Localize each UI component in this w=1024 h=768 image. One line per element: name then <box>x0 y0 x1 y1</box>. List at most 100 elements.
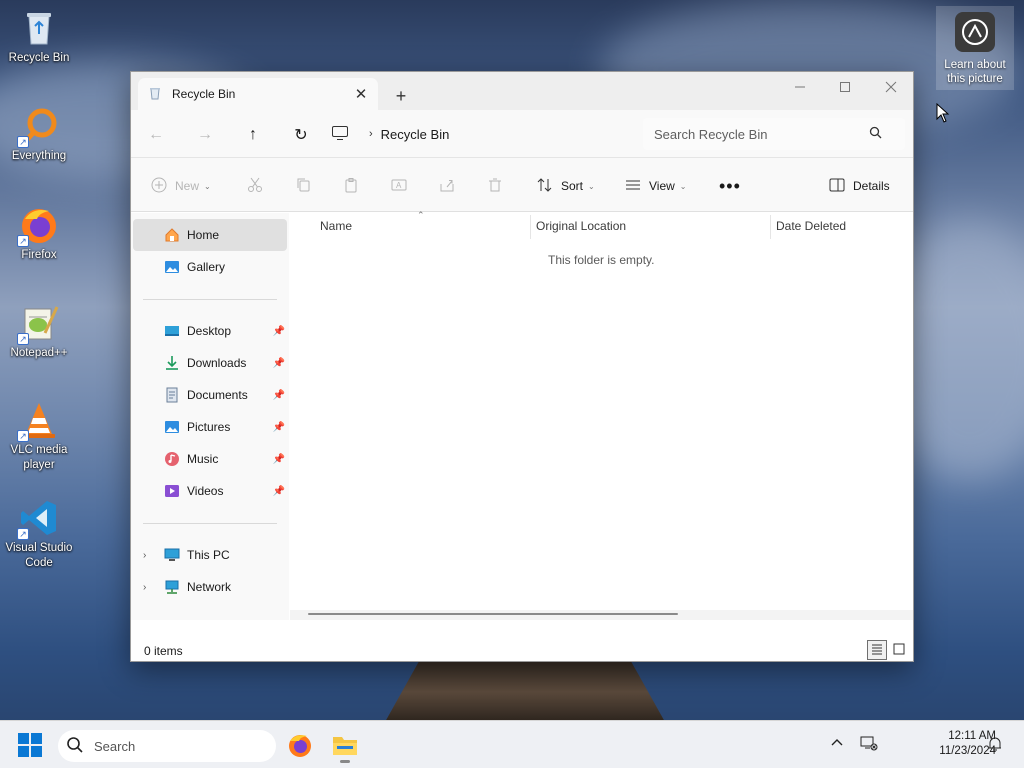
desktop-icon-vscode[interactable]: ↗ Visual Studio Code <box>0 498 78 571</box>
taskbar-search-box[interactable]: Search <box>58 730 276 762</box>
sidebar-item-home[interactable]: Home <box>133 219 287 251</box>
pin-icon[interactable]: 📌 <box>273 486 285 497</box>
network-status-button[interactable] <box>860 735 878 754</box>
this-pc-icon <box>163 546 181 564</box>
sidebar-item-label: Home <box>187 228 220 242</box>
view-button-label: View <box>649 179 675 193</box>
refresh-button[interactable]: ↻ <box>288 122 314 148</box>
chevron-right-icon[interactable]: › <box>143 550 146 561</box>
cut-button[interactable] <box>247 174 263 198</box>
learn-about-picture-widget[interactable]: Learn about this picture <box>936 6 1014 90</box>
sidebar-item-desktop[interactable]: Desktop 📌 <box>133 315 287 347</box>
pin-icon[interactable]: 📌 <box>273 454 285 465</box>
navigation-bar: ← → ↑ ↻ › Recycle Bin <box>131 110 913 158</box>
firefox-icon <box>287 732 313 761</box>
file-explorer-window: Recycle Bin ✕ + ← → ↑ ↻ › Recycle Bin Se… <box>130 71 914 662</box>
more-options-button[interactable]: ••• <box>719 174 741 198</box>
pin-icon[interactable]: 📌 <box>273 390 285 401</box>
scrollbar-thumb[interactable] <box>308 613 678 615</box>
downloads-icon <box>163 354 181 372</box>
desktop-icon-firefox[interactable]: ↗ Firefox <box>0 205 78 263</box>
music-icon <box>163 450 181 468</box>
desktop-icon-notepad-plus-plus[interactable]: ↗ Notepad++ <box>0 303 78 361</box>
column-header-date-deleted[interactable]: Date Deleted <box>776 219 846 233</box>
view-button[interactable]: View ⌄ <box>625 174 687 198</box>
sidebar-item-downloads[interactable]: Downloads 📌 <box>133 347 287 379</box>
sidebar-item-gallery[interactable]: Gallery <box>133 251 287 283</box>
address-location[interactable]: Recycle Bin <box>381 127 450 142</box>
column-header-original-location[interactable]: Original Location <box>536 219 626 233</box>
mouse-cursor-icon <box>936 102 950 126</box>
windows-logo-tile <box>18 746 29 757</box>
taskbar-file-explorer-button[interactable] <box>327 729 363 763</box>
search-input[interactable] <box>654 126 869 142</box>
sidebar-divider <box>143 523 277 524</box>
chevron-right-icon[interactable]: › <box>143 582 146 593</box>
pin-icon[interactable]: 📌 <box>273 358 285 369</box>
pin-icon[interactable]: 📌 <box>273 326 285 337</box>
sidebar-item-music[interactable]: Music 📌 <box>133 443 287 475</box>
back-button[interactable]: ← <box>143 122 169 148</box>
sidebar-item-network[interactable]: › Network <box>133 571 287 603</box>
copy-icon <box>295 177 311 196</box>
share-icon <box>439 177 455 196</box>
column-divider[interactable] <box>530 215 531 239</box>
desktop-icon-recycle-bin[interactable]: Recycle Bin <box>0 8 78 66</box>
learn-about-picture-label: Learn about this picture <box>944 59 1006 85</box>
taskbar-firefox-button[interactable] <box>282 729 318 763</box>
paste-button[interactable] <box>343 174 359 198</box>
start-button[interactable] <box>18 733 42 757</box>
desktop-icon-everything[interactable]: ↗ Everything <box>0 106 78 164</box>
close-tab-icon[interactable]: ✕ <box>350 83 372 105</box>
forward-button[interactable]: → <box>192 122 218 148</box>
pin-icon[interactable]: 📌 <box>273 422 285 433</box>
rename-button[interactable]: A <box>391 174 407 198</box>
tab-recycle-bin[interactable]: Recycle Bin ✕ <box>138 78 378 110</box>
desktop-icon-label: Visual Studio Code <box>5 542 73 569</box>
sidebar-item-this-pc[interactable]: › This PC <box>133 539 287 571</box>
up-button[interactable]: ↑ <box>240 122 266 148</box>
view-list-icon <box>625 177 641 196</box>
new-button[interactable]: New ⌄ <box>151 174 211 198</box>
sidebar-item-documents[interactable]: Documents 📌 <box>133 379 287 411</box>
copy-button[interactable] <box>295 174 311 198</box>
monitor-icon <box>331 125 349 144</box>
minimize-button[interactable] <box>777 72 823 102</box>
delete-button[interactable] <box>487 174 503 198</box>
desktop-icon-vlc[interactable]: ↗ VLC media player <box>0 400 78 473</box>
bell-icon <box>988 737 1002 755</box>
explorer-body: Home Gallery Desktop 📌 Downloads 📌 Docum… <box>131 210 913 620</box>
column-header-name[interactable]: Name <box>320 219 352 233</box>
sidebar-divider <box>143 299 277 300</box>
horizontal-scrollbar[interactable] <box>290 610 913 620</box>
home-icon <box>163 226 181 244</box>
rename-icon: A <box>391 177 407 196</box>
search-box[interactable] <box>643 118 905 150</box>
sidebar-item-videos[interactable]: Videos 📌 <box>133 475 287 507</box>
network-icon <box>163 578 181 596</box>
close-window-button[interactable] <box>868 72 914 102</box>
maximize-button[interactable] <box>822 72 868 102</box>
search-icon <box>66 736 84 757</box>
notepad-plus-plus-icon: ↗ <box>17 303 59 345</box>
sort-button[interactable]: Sort ⌄ <box>537 174 595 198</box>
notifications-button[interactable] <box>988 736 1002 755</box>
system-clock[interactable]: 12:11 AM 11/23/2024 <box>906 729 996 759</box>
file-explorer-icon <box>332 734 358 759</box>
details-view-button[interactable] <box>867 640 887 660</box>
column-divider[interactable] <box>770 215 771 239</box>
share-button[interactable] <box>439 174 455 198</box>
show-hidden-icons-button[interactable] <box>831 735 843 750</box>
address-bar[interactable]: › Recycle Bin <box>331 118 631 150</box>
vscode-icon: ↗ <box>17 498 59 540</box>
cut-icon <box>247 177 263 196</box>
title-bar: Recycle Bin ✕ + <box>131 72 913 110</box>
details-button-label: Details <box>853 179 890 193</box>
details-pane-button[interactable]: Details <box>829 174 890 198</box>
large-icons-view-button[interactable] <box>889 640 909 660</box>
item-count: 0 items <box>144 644 183 658</box>
recycle-bin-icon <box>19 8 59 48</box>
new-tab-button[interactable]: + <box>389 84 413 108</box>
sidebar-item-pictures[interactable]: Pictures 📌 <box>133 411 287 443</box>
large-icons-view-icon <box>893 643 905 658</box>
